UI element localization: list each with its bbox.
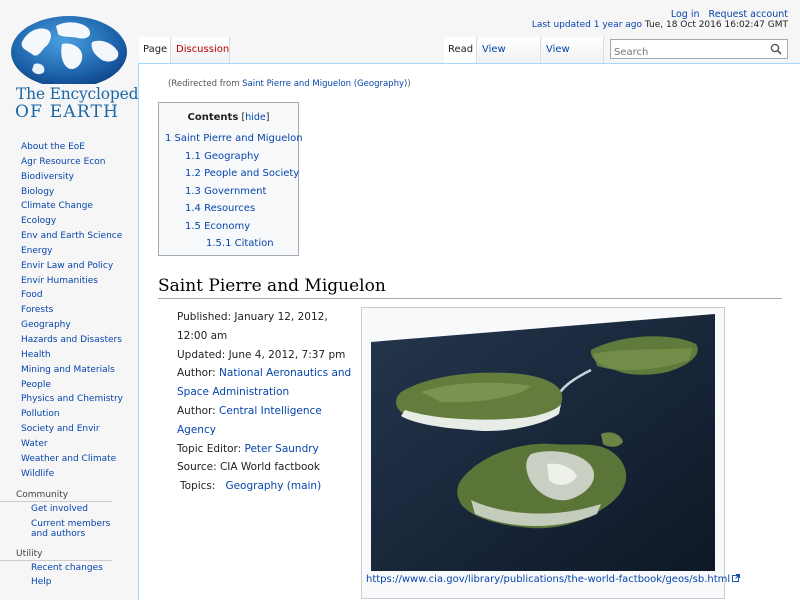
sidebar-item[interactable]: Geography (21, 320, 71, 330)
search-input[interactable] (611, 43, 761, 62)
toc-hide-toggle[interactable]: [hide] (241, 112, 269, 123)
utility-heading: Utility (0, 547, 112, 561)
caption-link[interactable]: https://www.cia.gov/library/publications… (366, 574, 730, 585)
toc-item[interactable]: 1 Saint Pierre and Miguelon (165, 133, 303, 144)
table-of-contents: Contents [hide] 1 Saint Pierre and Migue… (158, 102, 303, 256)
sidebar-item[interactable]: Health (21, 350, 51, 360)
image-caption[interactable]: https://www.cia.gov/library/publications… (366, 574, 741, 585)
toc-item[interactable]: 1.4 Resources (185, 203, 255, 214)
sidebar-item[interactable]: Forests (21, 305, 53, 315)
redirect-link[interactable]: Saint Pierre and Miguelon (Geography) (242, 79, 407, 89)
author-label: Author: (177, 367, 220, 380)
sidebar-item[interactable]: Envir Law and Policy (21, 261, 113, 271)
author-1: Author: National Aeronautics and Space A… (177, 364, 357, 402)
tab-page[interactable]: Page (139, 37, 171, 63)
satellite-image[interactable] (371, 314, 715, 571)
sidebar-item[interactable]: Envir Humanities (21, 276, 98, 286)
sidebar-item[interactable]: Hazards and Disasters (21, 335, 122, 345)
redirect-notice: (Redirected from Saint Pierre and Miguel… (168, 79, 411, 89)
article-meta: Published: January 12, 2012, 12:00 am Up… (177, 308, 357, 496)
topics-label: Topics: (180, 480, 216, 493)
sidebar-nav: About the EoE Agr Resource Econ Biodiversi… (0, 140, 138, 481)
request-account-link[interactable]: Request account (709, 9, 788, 20)
search-icon[interactable] (770, 43, 782, 55)
topic-editor: Topic Editor: Peter Saundry (177, 440, 357, 459)
toc-title: Contents (187, 112, 239, 123)
editor-label: Topic Editor: (177, 442, 245, 455)
personal-tools: Log in Request account (665, 9, 788, 20)
sidebar-item[interactable]: Weather and Climate (21, 454, 116, 464)
redirect-prefix: (Redirected from (168, 79, 243, 89)
main-content: (Redirected from Saint Pierre and Miguel… (138, 63, 800, 600)
published-date: Published: January 12, 2012, 12:00 am (177, 311, 328, 342)
toc-item[interactable]: 1.3 Government (185, 186, 266, 197)
toc-header: Contents [hide] (159, 112, 298, 127)
source-text: Source: CIA World factbook (177, 461, 320, 474)
logo-text-line1: The Encyclopedia (16, 85, 153, 103)
last-updated: Last updated 1 year ago Tue, 18 Oct 2016… (532, 20, 788, 30)
toc-item[interactable]: 1.1 Geography (185, 151, 259, 162)
toc-item[interactable]: 1.2 People and Society (185, 168, 299, 179)
community-heading: Community (0, 488, 112, 503)
external-link-icon (732, 574, 741, 582)
sidebar-item[interactable]: Physics and Chemistry (21, 394, 123, 404)
search-box (610, 39, 788, 62)
tab-read[interactable]: Read (444, 37, 477, 63)
author-label: Author: (177, 404, 220, 417)
redirect-suffix: ) (407, 79, 411, 89)
logo-text-line2: OF EARTH (15, 102, 120, 122)
toc-item[interactable]: 1.5 Economy (185, 221, 250, 232)
sidebar-item[interactable]: Water (21, 439, 48, 449)
sidebar-item[interactable]: Agr Resource Econ (21, 157, 105, 167)
login-link[interactable]: Log in (671, 9, 700, 20)
sidebar-item-recent-changes[interactable]: Recent changes (31, 563, 103, 573)
sidebar-item[interactable]: Pollution (21, 409, 60, 419)
tab-discussion[interactable]: Discussion (172, 37, 230, 63)
sidebar-item[interactable]: Biodiversity (21, 172, 74, 182)
sidebar-item[interactable]: Env and Earth Science (21, 231, 122, 241)
sidebar-item-get-involved[interactable]: Get involved (31, 504, 88, 514)
last-updated-link[interactable]: Last updated 1 year ago (532, 20, 642, 30)
sidebar-item[interactable]: Society and Envir (21, 424, 100, 434)
sidebar-item-current-members[interactable]: Current members and authors (31, 519, 110, 540)
sidebar-item[interactable]: Ecology (21, 216, 56, 226)
utility-portal: Utility Recent changes Help (0, 547, 138, 588)
tab-view-source[interactable]: View source (478, 37, 541, 81)
toc-item[interactable]: 1.5.1 Citation (206, 238, 274, 249)
sidebar-item[interactable]: About the EoE (21, 142, 85, 152)
sidebar-item[interactable]: Energy (21, 246, 53, 256)
editor-link[interactable]: Peter Saundry (245, 443, 319, 455)
section-heading: Saint Pierre and Miguelon (158, 276, 782, 299)
topics-link[interactable]: Geography (main) (225, 480, 321, 492)
sidebar-item[interactable]: Wildlife (21, 469, 54, 479)
tab-view-history[interactable]: View history (542, 37, 604, 81)
last-updated-date: Tue, 18 Oct 2016 16:02:47 GMT (644, 20, 788, 30)
toc-hide-link[interactable]: hide (245, 112, 266, 123)
author-2: Author: Central Intelligence Agency (177, 402, 357, 440)
sidebar-item[interactable]: People (21, 380, 51, 390)
updated-date: Updated: June 4, 2012, 7:37 pm (177, 348, 346, 361)
sidebar-item[interactable]: Food (21, 290, 43, 300)
sidebar-item[interactable]: Climate Change (21, 201, 93, 211)
sidebar-item[interactable]: Biology (21, 187, 54, 197)
sidebar-item[interactable]: Mining and Materials (21, 365, 115, 375)
image-thumbnail: https://www.cia.gov/library/publications… (361, 307, 741, 599)
community-portal: Community Get involved Current members a… (0, 488, 138, 540)
topics: Topics: Geography (main) (177, 477, 357, 496)
globe-icon (11, 16, 127, 84)
site-logo[interactable]: The Encyclopedia OF EARTH (4, 10, 152, 122)
sidebar: About the EoE Agr Resource Econ Biodiversi… (0, 140, 138, 592)
sidebar-item-help[interactable]: Help (31, 577, 52, 587)
